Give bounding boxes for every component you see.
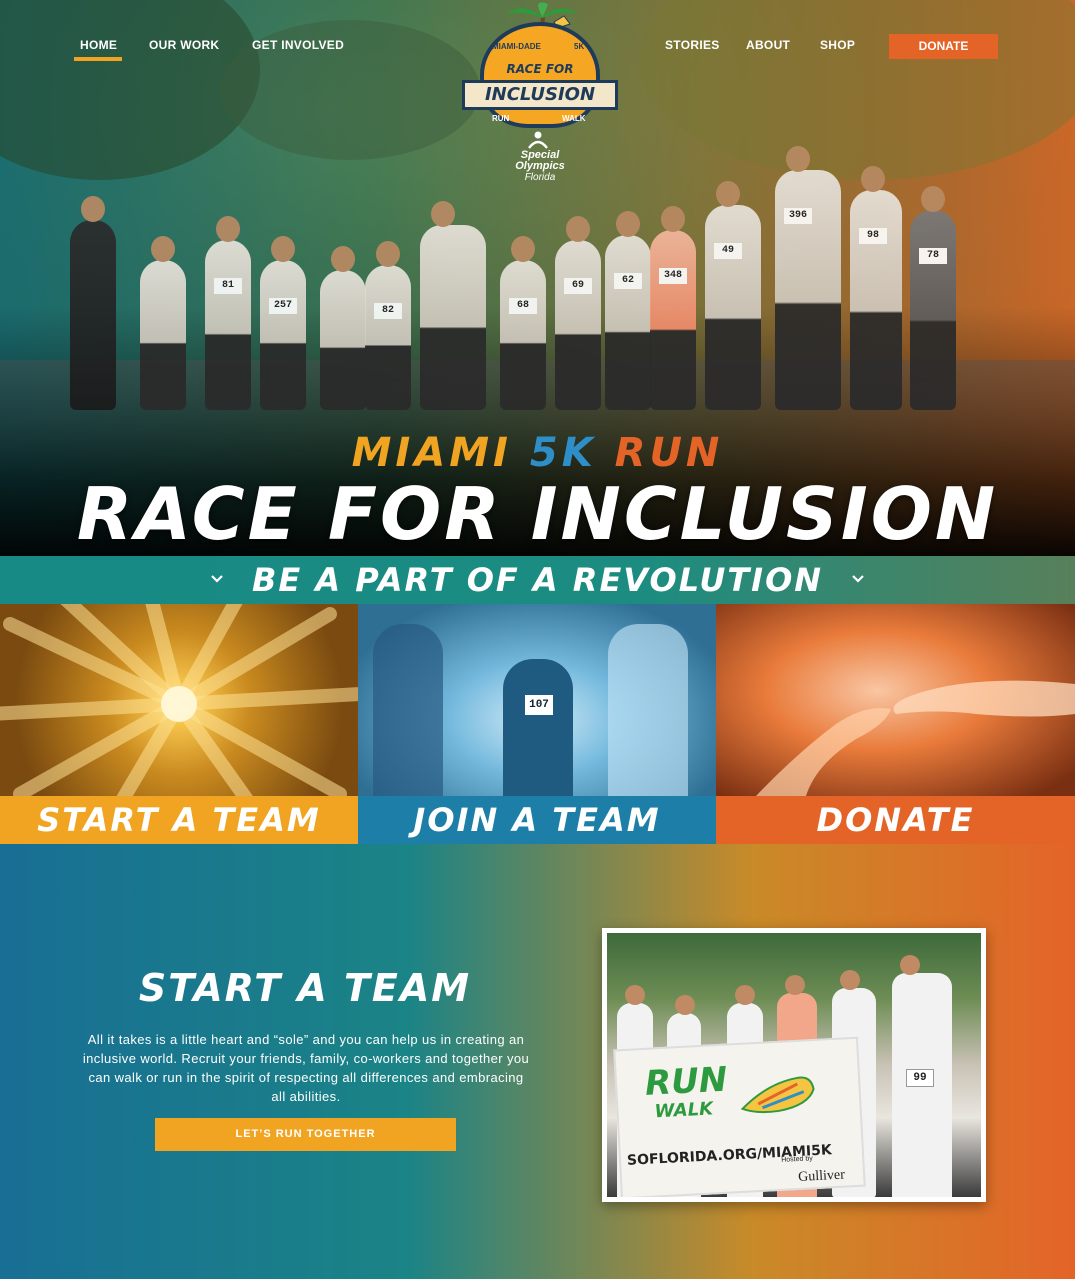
nav-about[interactable]: ABOUT <box>746 38 790 52</box>
start-team-heading: START A TEAM <box>138 966 472 1010</box>
revolution-text: BE A PART OF A REVOLUTION <box>251 561 824 599</box>
race-for-inclusion-logo[interactable]: MIAMI-DADE 5K RACE FOR INCLUSION RUN WAL… <box>462 2 618 192</box>
running-shoe-icon <box>740 1076 815 1114</box>
join-a-team-label: JOIN A TEAM <box>358 796 716 844</box>
banner-walk: WALK <box>654 1098 714 1123</box>
race-bib: 78 <box>919 248 947 264</box>
runner: 257 <box>260 236 306 410</box>
hero-section: 81 257 82 68 69 62 348 49 396 98 78 HOME… <box>0 0 1075 556</box>
race-bib: 49 <box>714 243 742 259</box>
event-photo-image: 99 RUN WALK SOFLORIDA.ORG/MIAMI5K Hosted… <box>607 933 981 1197</box>
reaching-hands-photo <box>716 604 1075 796</box>
runner <box>420 201 486 410</box>
nav-home[interactable]: HOME <box>80 38 117 52</box>
nav-shop[interactable]: SHOP <box>820 38 855 52</box>
so-line-2: Olympics <box>515 160 565 172</box>
event-photo: 99 RUN WALK SOFLORIDA.ORG/MIAMI5K Hosted… <box>602 928 986 1202</box>
runner <box>140 236 186 410</box>
logo-walk: WALK <box>562 114 586 123</box>
runner-silhouette <box>608 624 688 796</box>
runner: 68 <box>500 236 546 410</box>
tile-donate[interactable]: DONATE <box>716 604 1075 844</box>
nav-stories[interactable]: STORIES <box>665 38 720 52</box>
special-olympics-icon <box>528 131 548 149</box>
tile-start-a-team[interactable]: START A TEAM <box>0 604 358 844</box>
race-bib: 68 <box>509 298 537 314</box>
runner: 49 <box>705 181 761 410</box>
start-team-description: All it takes is a little heart and “sole… <box>82 1032 530 1104</box>
race-bib: 348 <box>659 268 687 284</box>
special-olympics-florida: Special Olympics Florida <box>490 150 590 184</box>
subtitle-5k: 5K <box>529 430 597 476</box>
runner: 98 <box>850 166 902 410</box>
lets-run-together-button[interactable]: LET’S RUN TOGETHER <box>155 1118 456 1151</box>
logo-run: RUN <box>492 114 510 123</box>
banner-hosted-by: Hosted by <box>781 1155 813 1164</box>
hands-rays <box>0 604 358 796</box>
runner: 348 <box>650 206 696 410</box>
nav-active-indicator <box>74 57 122 61</box>
race-bib: 107 <box>525 695 553 715</box>
race-bib: 98 <box>859 228 887 244</box>
person: 99 <box>892 955 952 1197</box>
hero-title: RACE FOR INCLUSION <box>76 472 999 556</box>
race-bib: 62 <box>614 273 642 289</box>
start-a-team-label: START A TEAM <box>0 796 358 844</box>
subtitle-run: RUN <box>614 430 724 476</box>
nav-our-work[interactable]: OUR WORK <box>149 38 219 52</box>
logo-race-for: RACE FOR <box>506 62 574 76</box>
revolution-band: BE A PART OF A REVOLUTION <box>0 556 1075 604</box>
runner: 81 <box>205 216 251 410</box>
runner: 62 <box>605 211 651 410</box>
hands-circle-photo <box>0 604 358 796</box>
runner: 69 <box>555 216 601 410</box>
banner-host-name: Gulliver <box>797 1167 846 1185</box>
race-bib: 99 <box>906 1069 934 1087</box>
banner-run: RUN <box>644 1059 729 1104</box>
runner <box>320 246 366 410</box>
race-bib: 69 <box>564 278 592 294</box>
runner-silhouette <box>373 624 443 796</box>
so-line-3: Florida <box>524 172 556 183</box>
logo-5k: 5K <box>574 42 585 51</box>
runner-center: 107 <box>503 659 573 796</box>
race-bib: 396 <box>784 208 812 224</box>
runner: 82 <box>365 241 411 410</box>
donate-tile-label: DONATE <box>716 796 1075 844</box>
runner <box>70 196 116 410</box>
logo-miami-dade: MIAMI-DADE <box>492 42 541 51</box>
logo-inclusion: INCLUSION <box>462 80 618 110</box>
run-walk-banner: RUN WALK SOFLORIDA.ORG/MIAMI5K Hosted by… <box>613 1036 866 1197</box>
hero-subtitle: MIAMI 5K RUN <box>0 430 1075 476</box>
runner: 78 <box>910 186 956 410</box>
race-bib: 81 <box>214 278 242 294</box>
donate-button[interactable]: DONATE <box>889 34 998 59</box>
hands-illustration <box>756 680 1075 796</box>
subtitle-miami: MIAMI <box>351 430 512 476</box>
tile-join-a-team[interactable]: 107 JOIN A TEAM <box>358 604 716 844</box>
chevron-down-icon[interactable] <box>850 571 866 587</box>
nav-get-involved[interactable]: GET INVOLVED <box>252 38 344 52</box>
race-bib: 82 <box>374 303 402 319</box>
runner: 396 <box>775 146 841 410</box>
race-bib: 257 <box>269 298 297 314</box>
runners-high-five-photo: 107 <box>358 604 716 796</box>
